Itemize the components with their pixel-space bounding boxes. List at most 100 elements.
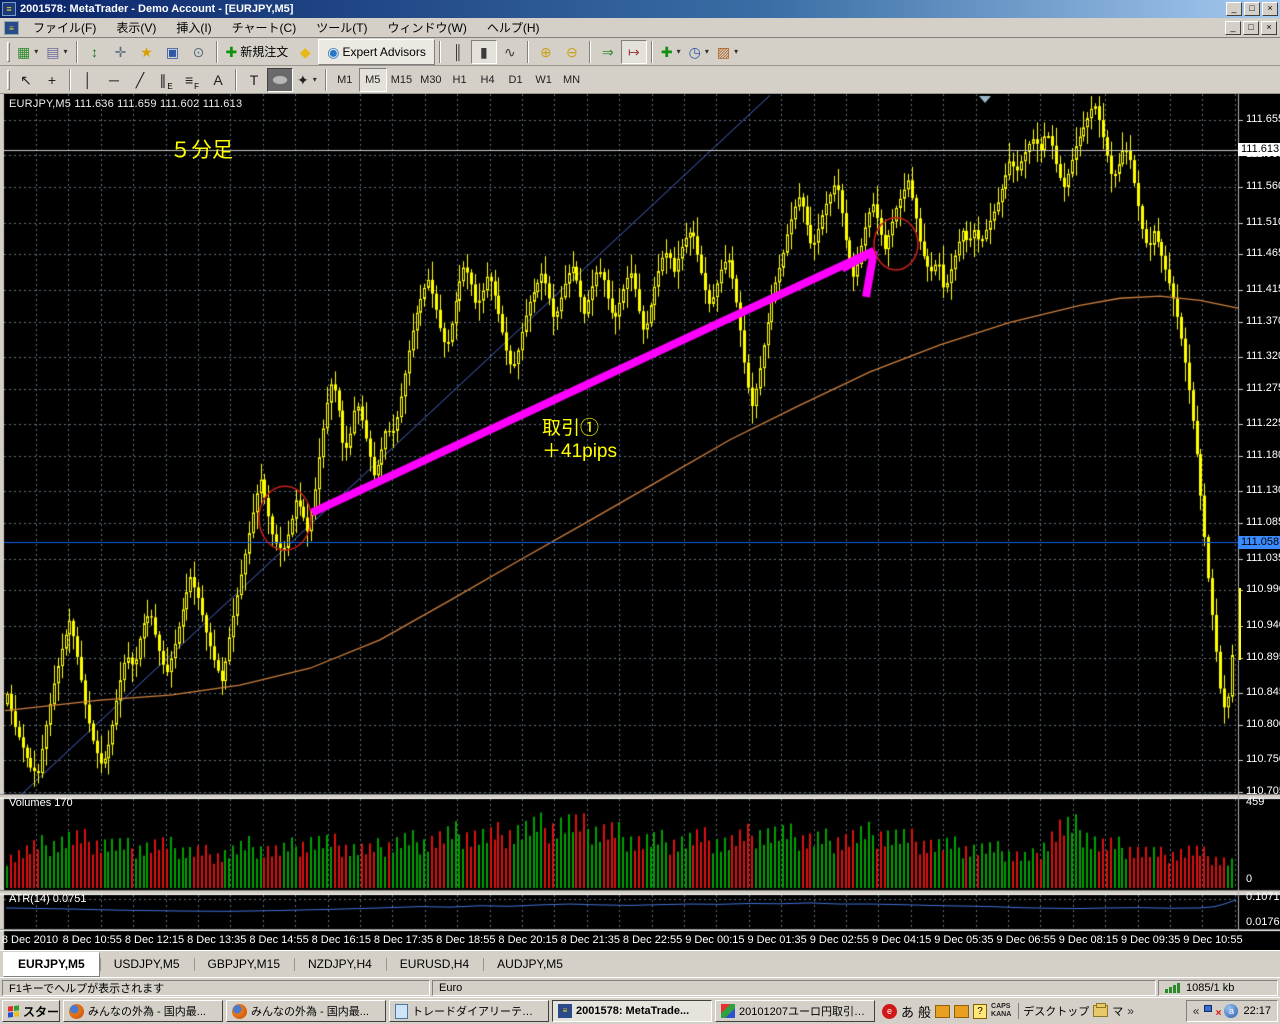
terminal-button[interactable]: ▣ [160,40,186,64]
chart-tab-usdjpy-m5[interactable]: USDJPY,M5 [100,953,194,976]
zoom-in-button[interactable]: ⊕ [533,40,559,64]
time-axis-label: 9 Dec 08:15 [1059,934,1118,946]
windows-taskbar: スタート みんなの外為 - 国内最...みんなの外為 - 国内最...トレードダ… [0,997,1280,1024]
overflow-chevron-icon[interactable]: » [1127,1004,1134,1018]
ime-help-icon[interactable]: ? [973,1004,987,1019]
menu-item-5[interactable]: ウィンドウ(W) [378,17,477,38]
task-metatrader[interactable]: ≡2001578: MetaTrade... [552,1000,712,1022]
timeframe-m15-button[interactable]: M15 [387,68,416,92]
menu-item-4[interactable]: ツール(T) [306,17,377,38]
ime-input-mode[interactable]: あ [901,1002,914,1021]
timeframe-m1-button[interactable]: M1 [331,68,359,92]
menu-item-3[interactable]: チャート(C) [222,17,307,38]
standard-toolbar: ▦▾▤▾ ↕ ✛★▣⊙ ✚新規注文◆◉Expert Advisors ║▮∿ ⊕ ⊖ ⇒↦ ✚▾… [0,38,1280,66]
new-chart-button[interactable]: ▦▾ [13,40,42,64]
chart-tab-nzdjpy-h4[interactable]: NZDJPY,H4 [294,953,386,976]
task-firefox-1[interactable]: みんなの外為 - 国内最... [63,1000,223,1022]
strategy-tester-button[interactable]: ⊙ [186,40,212,64]
chart-shift-button[interactable]: ↦ [621,40,647,64]
ime-tools-icon[interactable] [954,1005,969,1018]
auto-scroll-button[interactable]: ⇒ [595,40,621,64]
data-window-button[interactable]: ✛ [108,40,134,64]
dropdown-arrow-icon: ▾ [677,47,681,56]
network-offline-icon[interactable]: × [1204,1005,1219,1017]
child-close-button[interactable]: × [1261,21,1277,35]
menu-item-2[interactable]: 挿入(I) [166,17,221,38]
tray-collapse-icon[interactable]: « [1193,1004,1200,1018]
navigator-button[interactable]: ★ [134,40,160,64]
timeframe-m30-button[interactable]: M30 [416,68,445,92]
menu-item-0[interactable]: ファイル(F) [23,17,106,38]
alert-button[interactable]: ◆ [292,40,318,64]
periods-button[interactable]: ◷▾ [685,40,713,64]
child-minimize-button[interactable]: _ [1225,21,1241,35]
fibonacci-button[interactable]: ≡F [179,68,205,92]
text-label-button[interactable]: T [241,68,267,92]
task-trade-diary[interactable]: トレードダイアリーテンプレー... [389,1000,549,1022]
cursor-button[interactable]: ↖ [13,68,39,92]
time-axis-label: 9 Dec 02:55 [810,934,869,946]
menu-item-6[interactable]: ヘルプ(H) [477,17,550,38]
ime-pad-icon[interactable] [935,1005,950,1018]
task-trade-result[interactable]: 20101207ユーロ円取引結... [715,1000,875,1022]
price-tick-label: 110.990 [1246,583,1280,595]
chart-tab-eurjpy-m5[interactable]: EURJPY,M5 [3,952,100,977]
toolbar-separator [527,41,529,63]
desktop-toolbar-label[interactable]: デスクトップ [1023,1003,1089,1019]
chart-tab-audjpy-m5[interactable]: AUDJPY,M5 [483,953,577,976]
vertical-line-button[interactable]: │ [75,68,101,92]
timeframe-h4-button[interactable]: H4 [474,68,502,92]
indicators-button[interactable]: ✚▾ [657,40,685,64]
paint-icon [721,1004,735,1018]
menu-item-1[interactable]: 表示(V) [106,17,166,38]
timeframe-m5-button[interactable]: M5 [359,68,387,92]
status-symbol-cell: Euro [432,980,1156,996]
candlestick-chart-button[interactable]: ▮ [471,40,497,64]
child-restore-button[interactable]: □ [1243,21,1259,35]
folder-icon[interactable] [1093,1005,1108,1017]
equidistant-channel-button[interactable]: ∥E [153,68,179,92]
trendline-button[interactable]: ╱ [127,68,153,92]
timeframe-d1-button[interactable]: D1 [502,68,530,92]
timeframe-h1-button[interactable]: H1 [446,68,474,92]
caps-kana-indicator[interactable]: CAPSKANA [991,1003,1011,1019]
dropdown-arrow-icon: ▾ [63,47,67,56]
chart-tab-eurusd-h4[interactable]: EURUSD,H4 [386,953,483,976]
profiles-button[interactable]: ▤▾ [42,40,71,64]
zoom-out-button[interactable]: ⊖ [559,40,585,64]
horizontal-line-button[interactable]: ─ [101,68,127,92]
price-tick-label: 111.180 [1246,449,1280,461]
chart-tab-gbpjpy-m15[interactable]: GBPJPY,M15 [194,953,294,976]
task-firefox-2[interactable]: みんなの外為 - 国内最... [226,1000,386,1022]
start-button[interactable]: スタート [2,1000,60,1022]
market-watch-icon: ↕ [91,45,98,59]
mt-icon: ≡ [558,1004,572,1018]
templates-button[interactable]: ▨▾ [713,40,742,64]
dropdown-arrow-icon: ▾ [734,47,738,56]
timeframe-mn-button[interactable]: MN [558,68,586,92]
market-watch-button[interactable]: ↕ [82,40,108,64]
bar-chart-button[interactable]: ║ [445,40,471,64]
zoom-in-icon: ⊕ [540,45,552,59]
desktop-toolbar-item[interactable]: マ [1112,1003,1123,1019]
ime-icon[interactable]: e [882,1004,897,1019]
expert-advisors-button[interactable]: ◉Expert Advisors [318,39,435,65]
minimize-button[interactable]: _ [1226,2,1242,16]
time-axis-label: 8 Dec 12:15 [125,934,184,946]
timeframe-w1-button[interactable]: W1 [530,68,558,92]
price-tick-label: 110.940 [1246,619,1280,631]
crosshair-button[interactable]: + [39,68,65,92]
price-tick-label: 111.370 [1246,315,1280,327]
ime-conversion-mode[interactable]: 般 [918,1002,931,1021]
tray-app-icon[interactable]: a [1224,1004,1238,1018]
line-chart-button[interactable]: ∿ [497,40,523,64]
arrows-button[interactable]: ✦▾ [293,68,321,92]
text-button[interactable]: A [205,68,231,92]
shapes-button[interactable] [267,68,293,92]
close-button[interactable]: × [1262,2,1278,16]
expert-advisors-icon: ◉ [327,45,339,59]
restore-button[interactable]: □ [1244,2,1260,16]
new-order-button[interactable]: ✚新規注文 [222,40,293,64]
price-tick-label: 110.895 [1246,651,1280,663]
chart-canvas[interactable] [0,94,1280,950]
